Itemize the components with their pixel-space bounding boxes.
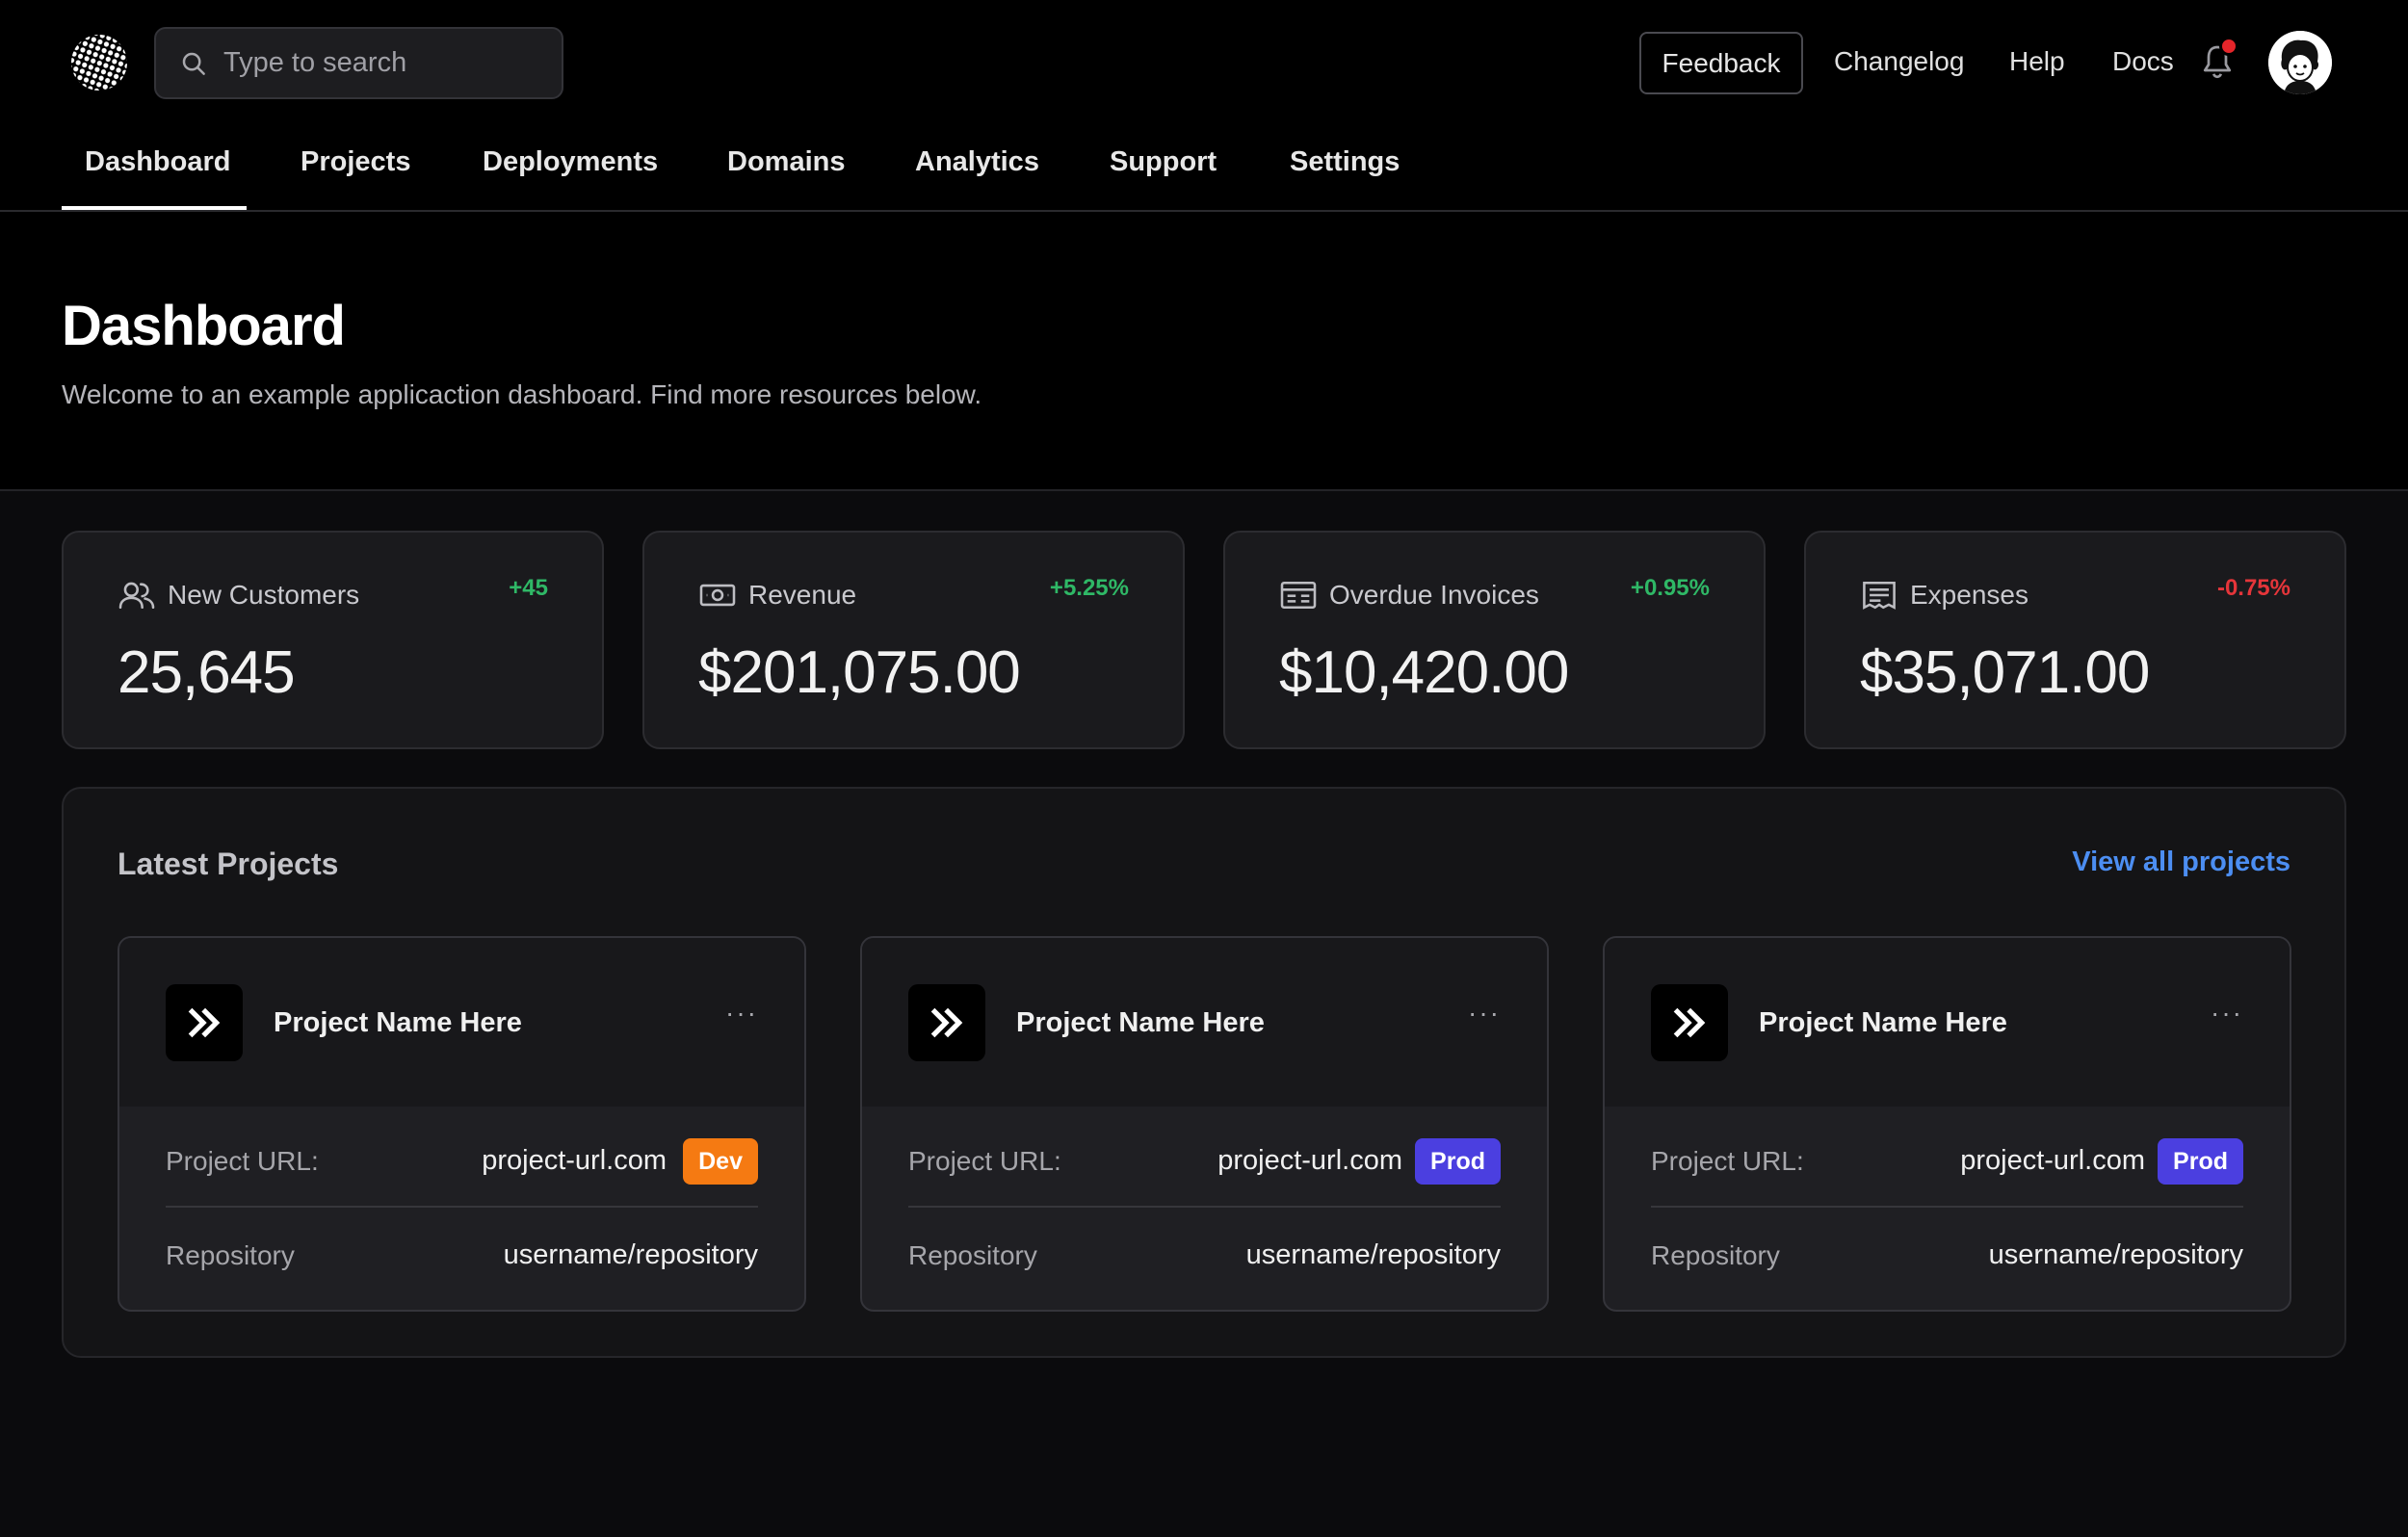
invoice-icon (1280, 581, 1317, 610)
project-name[interactable]: Project Name Here (1016, 1007, 1265, 1039)
changelog-link[interactable]: Changelog (1834, 46, 1964, 77)
page-subtitle: Welcome to an example applicaction dashb… (62, 379, 982, 409)
page-title: Dashboard (62, 295, 346, 357)
divider (1651, 1206, 2243, 1208)
project-url-label: Project URL: (908, 1146, 1061, 1176)
double-chevron-icon (908, 984, 985, 1061)
top-bar: Feedback Changelog Help Docs (0, 0, 2408, 125)
feedback-button[interactable]: Feedback (1639, 32, 1803, 94)
environment-badge: Prod (1415, 1138, 1501, 1185)
stat-card-revenue: Revenue +5.25% $201,075.00 (642, 531, 1185, 749)
banknote-icon (699, 584, 736, 607)
repository-label: Repository (1651, 1240, 1780, 1270)
stat-card-new-customers: New Customers +45 25,645 (62, 531, 604, 749)
avatar[interactable] (2268, 31, 2332, 94)
repository-label: Repository (166, 1240, 295, 1270)
stat-value: $35,071.00 (1860, 639, 2150, 706)
tab-settings[interactable]: Settings (1290, 146, 1400, 178)
repository-value[interactable]: username/repository (1246, 1239, 1501, 1271)
project-url-label: Project URL: (1651, 1146, 1804, 1176)
stat-label: New Customers (168, 580, 360, 610)
tab-dashboard[interactable]: Dashboard (85, 146, 230, 178)
users-icon (118, 582, 155, 610)
stat-value: 25,645 (118, 639, 296, 706)
latest-projects-panel: Latest Projects View all projects Projec… (62, 787, 2346, 1358)
project-card[interactable]: Project Name Here ··· Project URL: proje… (118, 936, 806, 1312)
more-options-icon[interactable]: ··· (2211, 998, 2243, 1029)
stat-delta: +45 (509, 575, 548, 601)
project-url[interactable]: project-url.com (1960, 1145, 2145, 1177)
double-chevron-icon (166, 984, 243, 1061)
project-url[interactable]: project-url.com (482, 1145, 667, 1177)
divider (908, 1206, 1501, 1208)
view-all-projects-link[interactable]: View all projects (2072, 847, 2290, 878)
header: Feedback Changelog Help Docs (0, 0, 2408, 491)
tab-analytics[interactable]: Analytics (915, 146, 1039, 178)
stat-delta: +5.25% (1049, 575, 1129, 601)
project-name[interactable]: Project Name Here (1759, 1007, 2007, 1039)
stat-delta: -0.75% (2216, 575, 2290, 601)
repository-value[interactable]: username/repository (504, 1239, 758, 1271)
main-tabs: Dashboard Projects Deployments Domains A… (0, 125, 2408, 212)
docs-link[interactable]: Docs (2112, 46, 2174, 77)
latest-projects-title: Latest Projects (118, 847, 339, 881)
help-link[interactable]: Help (2009, 46, 2065, 77)
environment-badge: Dev (683, 1138, 758, 1185)
stat-value: $201,075.00 (698, 639, 1021, 706)
stat-label: Expenses (1910, 580, 2028, 610)
project-url[interactable]: project-url.com (1217, 1145, 1402, 1177)
project-card[interactable]: Project Name Here ··· Project URL: proje… (1603, 936, 2291, 1312)
double-chevron-icon (1651, 984, 1728, 1061)
stat-card-overdue-invoices: Overdue Invoices +0.95% $10,420.00 (1223, 531, 1766, 749)
tab-support[interactable]: Support (1110, 146, 1217, 178)
project-name[interactable]: Project Name Here (274, 1007, 522, 1039)
repository-label: Repository (908, 1240, 1037, 1270)
project-card[interactable]: Project Name Here ··· Project URL: proje… (860, 936, 1549, 1312)
top-right-nav: Feedback Changelog Help Docs (0, 0, 2408, 125)
active-tab-indicator (62, 206, 247, 210)
stat-delta: +0.95% (1630, 575, 1710, 601)
more-options-icon[interactable]: ··· (1468, 998, 1501, 1029)
stat-label: Overdue Invoices (1329, 580, 1539, 610)
tab-projects[interactable]: Projects (301, 146, 410, 178)
environment-badge: Prod (2158, 1138, 2243, 1185)
stat-label: Revenue (748, 580, 857, 610)
stat-card-expenses: Expenses -0.75% $35,071.00 (1804, 531, 2346, 749)
stat-value: $10,420.00 (1279, 639, 1569, 706)
tab-deployments[interactable]: Deployments (483, 146, 658, 178)
repository-value[interactable]: username/repository (1989, 1239, 2243, 1271)
notification-dot (2219, 37, 2238, 56)
project-url-label: Project URL: (166, 1146, 319, 1176)
more-options-icon[interactable]: ··· (725, 998, 758, 1029)
receipt-icon (1863, 581, 1896, 610)
tab-domains[interactable]: Domains (727, 146, 845, 178)
divider (166, 1206, 758, 1208)
